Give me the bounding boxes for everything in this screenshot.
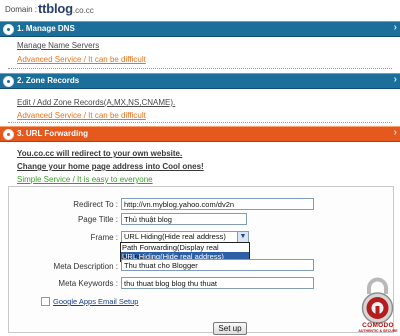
domain-tld: .co.cc xyxy=(72,6,94,15)
comodo-brand: COMODO xyxy=(362,322,394,329)
forwarding-desc-line-2: Change your home page address into Cool … xyxy=(17,162,204,171)
frame-option-path-forwarding[interactable]: Path Forwarding(Display real address) xyxy=(121,243,249,261)
manage-name-servers-link[interactable]: Manage Name Servers xyxy=(17,41,99,50)
comodo-tagline: AUTHENTIC & SECURE xyxy=(358,329,398,333)
forwarding-desc-line-1: You.co.cc will redirect to your own webs… xyxy=(17,149,183,158)
page-title-input[interactable] xyxy=(121,213,247,225)
chevron-icon: › xyxy=(393,74,397,85)
frame-select-value: URL Hiding(Hide real address) xyxy=(124,232,226,241)
divider xyxy=(8,122,392,123)
redirect-input[interactable] xyxy=(121,198,314,210)
bullet-dot-icon xyxy=(3,24,14,35)
setup-button[interactable]: Set up xyxy=(213,322,247,335)
advanced-note-link[interactable]: Advanced Service / It can be difficult xyxy=(17,55,146,64)
simple-note-link[interactable]: Simple Service / It is easy to everyone xyxy=(17,175,153,184)
section-title: 1. Manage DNS xyxy=(17,24,75,33)
section-url-forwarding-header[interactable]: 3. URL Forwarding › xyxy=(0,126,400,142)
page-title-label: Page Title : xyxy=(77,215,118,224)
bullet-dot-icon xyxy=(3,129,14,140)
section-title: 2. Zone Records xyxy=(17,76,80,85)
frame-label: Frame : xyxy=(90,233,118,242)
edit-zone-records-link[interactable]: Edit / Add Zone Records(A,MX,NS,CNAME). xyxy=(17,98,175,107)
section-zone-records-header[interactable]: 2. Zone Records › xyxy=(0,73,400,89)
bullet-dot-icon xyxy=(3,76,14,87)
meta-description-label: Meta Description : xyxy=(53,262,118,271)
meta-keywords-input[interactable] xyxy=(121,277,314,289)
section-manage-dns-header[interactable]: 1. Manage DNS › xyxy=(0,21,400,37)
dropdown-arrow-icon[interactable]: ▼ xyxy=(237,232,248,242)
meta-keywords-label: Meta Keywords : xyxy=(58,279,118,288)
google-apps-email-setup-link[interactable]: Google Apps Email Setup xyxy=(53,297,138,306)
chevron-icon: › xyxy=(393,22,397,33)
google-apps-checkbox[interactable] xyxy=(41,297,50,306)
section-title: 3. URL Forwarding xyxy=(17,129,88,138)
redirect-label: Redirect To : xyxy=(73,200,118,209)
domain-bar: Domain : ttblog.co.cc xyxy=(0,0,400,20)
chevron-icon: › xyxy=(393,127,397,138)
domain-label: Domain : xyxy=(5,5,38,14)
divider xyxy=(8,68,392,69)
domain-name: ttblog.co.cc xyxy=(38,1,94,16)
advanced-note-link[interactable]: Advanced Service / It can be difficult xyxy=(17,111,146,120)
meta-description-input[interactable] xyxy=(121,259,314,271)
